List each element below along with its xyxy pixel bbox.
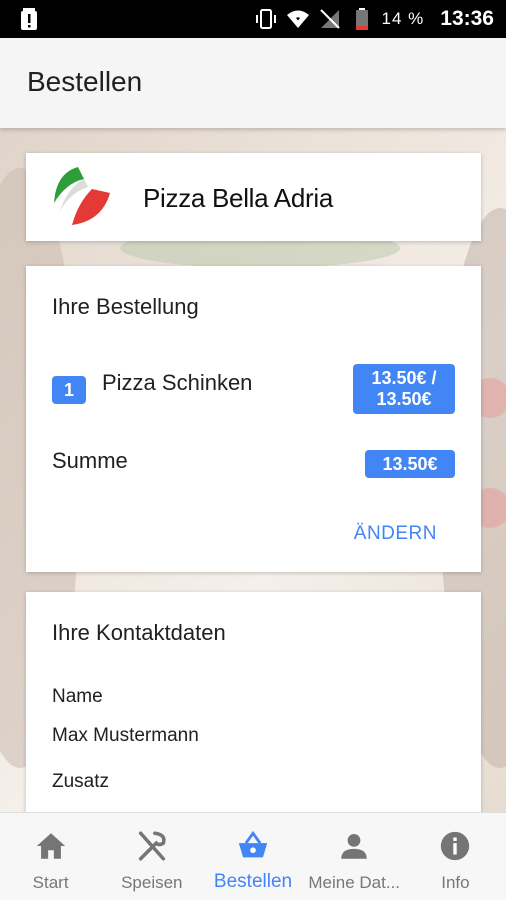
bottom-navigation: Start Speisen Bestellen Meine Dat... Inf… [0,812,506,900]
nav-item-speisen[interactable]: Speisen [101,813,202,900]
home-icon [36,833,65,859]
vibrate-icon [255,9,276,29]
sum-label: Summe [52,448,128,473]
app-header: Bestellen [0,38,506,128]
order-card: Ihre Bestellung 1 Pizza Schinken 13.50€ … [26,266,481,572]
wifi-icon [286,10,309,28]
restaurant-card: Pizza Bella Adria [26,153,481,241]
basket-icon [238,830,268,858]
battery-alert-icon [21,8,37,30]
battery-icon [355,8,368,30]
status-bar: 14 % 13:36 [0,0,506,38]
contact-card: Ihre Kontaktdaten Name Max Mustermann Zu… [26,592,481,832]
cutlery-icon [138,831,166,861]
nav-label-bestellen: Bestellen [213,871,293,892]
status-icons: 14 % 13:36 [254,0,494,38]
quantity-badge: 1 [52,376,86,404]
person-icon [341,833,367,859]
order-heading: Ihre Bestellung [52,294,199,319]
nav-label-speisen: Speisen [121,873,183,892]
extra-label: Zusatz [52,771,110,792]
change-order-button[interactable]: ÄNDERN [354,523,437,545]
info-icon [441,831,470,861]
nav-item-bestellen[interactable]: Bestellen [202,813,303,900]
nav-label-meine-daten: Meine Dat... [308,873,401,892]
item-price-line2: 13.50€ [376,389,432,409]
name-value[interactable]: Max Mustermann [52,725,199,747]
nav-item-start[interactable]: Start [0,813,101,900]
restaurant-logo [54,167,110,225]
nav-item-meine-daten[interactable]: Meine Dat... [304,813,405,900]
item-price-line1: 13.50€ / [371,368,437,388]
item-price-badge: 13.50€ / 13.50€ [353,364,455,414]
nav-item-info[interactable]: Info [405,813,506,900]
sum-price-badge: 13.50€ [365,450,455,478]
battery-percent: 14 % [381,9,425,28]
contact-heading: Ihre Kontaktdaten [52,620,226,645]
no-signal-icon [319,9,340,29]
nav-label-info: Info [441,873,470,892]
nav-label-start: Start [32,873,69,892]
page-title: Bestellen [27,66,143,97]
order-item-name: Pizza Schinken [102,370,253,395]
restaurant-name: Pizza Bella Adria [143,183,334,213]
clock: 13:36 [440,7,494,30]
name-label: Name [52,686,103,707]
